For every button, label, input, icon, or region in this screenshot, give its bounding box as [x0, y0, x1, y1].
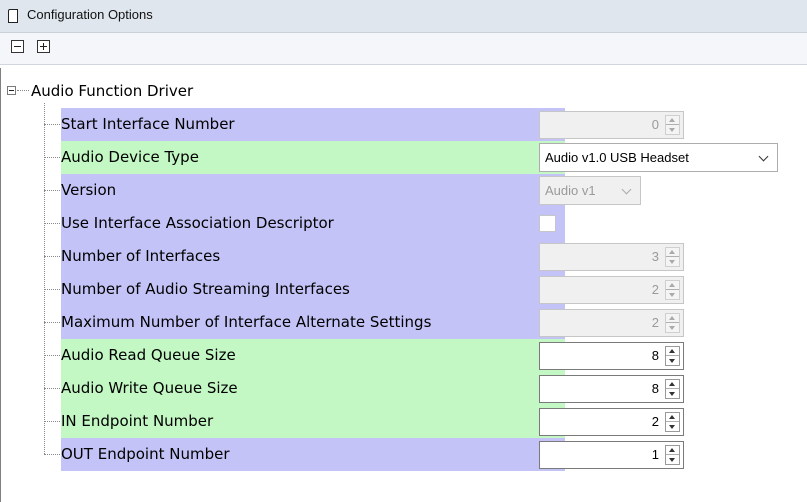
- spinner-value: 1: [651, 447, 659, 462]
- option-row-in-endpoint-number: IN Endpoint Number 2: [44, 405, 804, 438]
- start-interface-number-spinner[interactable]: 0: [539, 111, 684, 139]
- tree-connector: [44, 256, 60, 257]
- number-of-interfaces-spinner[interactable]: 3: [539, 243, 684, 271]
- audio-device-type-select[interactable]: Audio v1.0 USB Headset: [539, 143, 778, 172]
- audio-streaming-interfaces-spinner[interactable]: 2: [539, 276, 684, 304]
- option-row-use-iad: Use Interface Association Descriptor: [44, 207, 804, 240]
- chevron-down-icon: [621, 184, 632, 195]
- tree-connector: [44, 388, 60, 389]
- select-value: Audio v1: [545, 183, 596, 198]
- audio-write-queue-size-spinner[interactable]: 8: [539, 375, 684, 403]
- option-label: Use Interface Association Descriptor: [61, 207, 565, 240]
- tree-connector: [44, 157, 60, 158]
- option-row-max-alternate-settings: Maximum Number of Interface Alternate Se…: [44, 306, 804, 339]
- collapse-node-icon[interactable]: [7, 86, 16, 95]
- use-iad-checkbox[interactable]: [539, 215, 556, 232]
- tree-connector: [44, 355, 60, 356]
- tree-connector: [44, 223, 60, 224]
- document-icon: [8, 9, 18, 23]
- spinner-arrows-icon[interactable]: [665, 445, 680, 465]
- option-label: Maximum Number of Interface Alternate Se…: [61, 306, 565, 339]
- expand-all-button[interactable]: [37, 40, 50, 53]
- max-alternate-settings-spinner[interactable]: 2: [539, 309, 684, 337]
- version-select[interactable]: Audio v1: [539, 176, 641, 205]
- spinner-arrows-icon[interactable]: [665, 280, 680, 300]
- spinner-value: 2: [651, 315, 659, 330]
- in-endpoint-number-spinner[interactable]: 2: [539, 408, 684, 436]
- tree-connector: [44, 289, 60, 290]
- option-label: Audio Read Queue Size: [61, 339, 565, 372]
- tree-connector: [44, 322, 60, 323]
- option-label: Number of Audio Streaming Interfaces: [61, 273, 565, 306]
- tree-connector: [44, 124, 60, 125]
- spinner-arrows-icon[interactable]: [665, 247, 680, 267]
- spinner-value: 2: [651, 414, 659, 429]
- spinner-arrows-icon[interactable]: [665, 379, 680, 399]
- audio-read-queue-size-spinner[interactable]: 8: [539, 342, 684, 370]
- option-row-start-interface-number: Start Interface Number 0: [44, 108, 804, 141]
- chevron-down-icon: [758, 151, 769, 162]
- spinner-value: 8: [651, 348, 659, 363]
- option-row-number-of-audio-streaming-interfaces: Number of Audio Streaming Interfaces 2: [44, 273, 804, 306]
- option-label: Audio Device Type: [61, 141, 565, 174]
- spinner-value: 8: [651, 381, 659, 396]
- spinner-arrows-icon[interactable]: [665, 412, 680, 432]
- spinner-value: 2: [651, 282, 659, 297]
- spinner-value: 0: [651, 117, 659, 132]
- window-title: Configuration Options: [27, 7, 153, 22]
- option-label: OUT Endpoint Number: [61, 438, 565, 471]
- tree-connector: [44, 454, 60, 455]
- option-label: Version: [61, 174, 565, 207]
- option-label: Start Interface Number: [61, 108, 565, 141]
- option-row-audio-device-type: Audio Device Type Audio v1.0 USB Headset: [44, 141, 804, 174]
- tree-connector: [44, 421, 60, 422]
- option-row-number-of-interfaces: Number of Interfaces 3: [44, 240, 804, 273]
- option-label: IN Endpoint Number: [61, 405, 565, 438]
- out-endpoint-number-spinner[interactable]: 1: [539, 441, 684, 469]
- spinner-arrows-icon[interactable]: [665, 115, 680, 135]
- spinner-arrows-icon[interactable]: [665, 313, 680, 333]
- option-row-out-endpoint-number: OUT Endpoint Number 1: [44, 438, 804, 471]
- option-row-audio-write-queue-size: Audio Write Queue Size 8: [44, 372, 804, 405]
- select-value: Audio v1.0 USB Headset: [545, 150, 689, 165]
- collapse-all-button[interactable]: [11, 40, 24, 53]
- option-label: Number of Interfaces: [61, 240, 565, 273]
- toolbar: [0, 33, 807, 65]
- option-label: Audio Write Queue Size: [61, 372, 565, 405]
- tree-connector: [44, 190, 60, 191]
- root-label: Audio Function Driver: [31, 82, 194, 100]
- title-bar: Configuration Options: [0, 0, 807, 33]
- spinner-arrows-icon[interactable]: [665, 346, 680, 366]
- option-row-audio-read-queue-size: Audio Read Queue Size 8: [44, 339, 804, 372]
- tree-connector: [17, 90, 29, 91]
- option-row-version: Version Audio v1: [44, 174, 804, 207]
- spinner-value: 3: [651, 249, 659, 264]
